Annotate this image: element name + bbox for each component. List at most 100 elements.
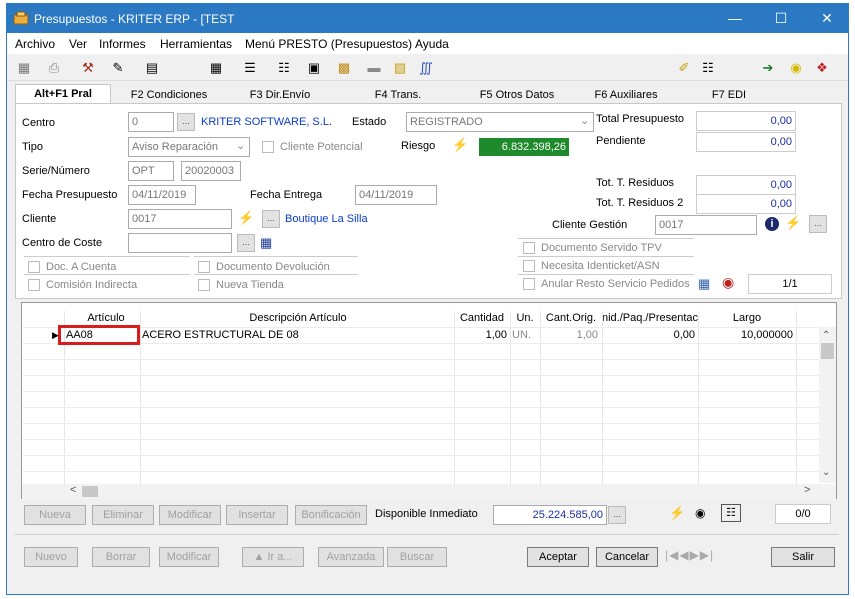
table-view-icon[interactable]: ☷ bbox=[721, 504, 741, 522]
numero-input[interactable]: 20020003 bbox=[181, 161, 241, 181]
avanzada-button[interactable]: Avanzada bbox=[318, 547, 384, 567]
maximize-button[interactable]: ☐ bbox=[758, 4, 804, 33]
comision-indirecta-checkbox[interactable] bbox=[28, 279, 40, 291]
attachment-icon[interactable]: ✐ bbox=[675, 59, 693, 77]
col-un-header[interactable]: Un. bbox=[510, 312, 540, 324]
scroll-down-icon[interactable]: ⌄ bbox=[822, 467, 830, 478]
cancelar-button[interactable]: Cancelar bbox=[596, 547, 658, 567]
calculator-icon[interactable]: ▦ bbox=[207, 59, 225, 77]
tag-icon[interactable]: ▬ bbox=[365, 59, 383, 77]
money-bag-icon[interactable]: ◉ bbox=[722, 274, 734, 291]
tab-principal[interactable]: Alt+F1 Pral bbox=[15, 84, 111, 105]
centro-lookup-button[interactable]: ... bbox=[177, 113, 195, 131]
tab-dir-envio[interactable]: F3 Dir.Envío bbox=[231, 86, 329, 104]
eliminar-linea-button[interactable]: Eliminar bbox=[92, 505, 154, 525]
line-lightning-icon[interactable]: ⚡ bbox=[669, 505, 685, 521]
edit-icon[interactable]: ✎ bbox=[109, 59, 127, 77]
centro-coste-lookup-button[interactable]: ... bbox=[237, 234, 255, 252]
col-descripcion-header[interactable]: Descripción Artículo bbox=[142, 312, 454, 324]
menu-herramientas[interactable]: Herramientas bbox=[160, 37, 232, 51]
col-unid-paq-header[interactable]: nid./Paq./Presentaci bbox=[602, 312, 698, 324]
menu-informes[interactable]: Informes bbox=[99, 37, 146, 51]
documento-devolucion-checkbox[interactable] bbox=[198, 261, 210, 273]
row-unid-paq-cell[interactable]: 0,00 bbox=[602, 329, 695, 341]
nueva-tienda-checkbox[interactable] bbox=[198, 279, 210, 291]
estado-select[interactable]: REGISTRADO bbox=[406, 112, 594, 132]
cliente-gestion-input[interactable]: 0017 bbox=[655, 215, 757, 235]
tab-auxiliares[interactable]: F6 Auxiliares bbox=[575, 86, 677, 104]
folder-icon[interactable]: ▧ bbox=[391, 59, 409, 77]
col-largo-header[interactable]: Largo bbox=[698, 312, 796, 324]
calendar-icon[interactable]: ▦ bbox=[260, 235, 272, 251]
col-articulo-header[interactable]: Artículo bbox=[70, 312, 142, 324]
row-largo-cell[interactable]: 10,000000 bbox=[698, 329, 793, 341]
salir-button[interactable]: Salir bbox=[771, 547, 835, 567]
help-icon[interactable]: ❖ bbox=[813, 59, 831, 77]
list-icon[interactable]: ☷ bbox=[275, 59, 293, 77]
cliente-input[interactable]: 0017 bbox=[128, 209, 232, 229]
import-icon[interactable]: ▩ bbox=[335, 59, 353, 77]
necesita-identicket-checkbox[interactable] bbox=[523, 260, 535, 272]
modificar-linea-button[interactable]: Modificar bbox=[159, 505, 221, 525]
menu-ayuda[interactable]: Ayuda bbox=[415, 37, 449, 51]
lightbulb-icon[interactable]: ◉ bbox=[787, 59, 805, 77]
row-articulo-cell[interactable]: AA08 bbox=[58, 325, 140, 345]
cliente-potencial-checkbox[interactable] bbox=[262, 141, 274, 153]
vertical-scroll-thumb[interactable] bbox=[821, 343, 834, 359]
cliente-gestion-lookup-button[interactable]: ... bbox=[809, 215, 827, 233]
cliente-lookup-button[interactable]: ... bbox=[262, 210, 280, 228]
row-descripcion-cell[interactable]: ACERO ESTRUCTURAL DE 08 bbox=[142, 329, 299, 341]
schema-icon[interactable]: ☷ bbox=[699, 59, 717, 77]
info-icon[interactable]: i bbox=[765, 217, 779, 231]
binoculars-icon[interactable]: ◉ bbox=[695, 506, 705, 520]
tab-condiciones[interactable]: F2 Condiciones bbox=[119, 86, 219, 104]
export-icon[interactable]: ➔ bbox=[759, 59, 777, 77]
insertar-linea-button[interactable]: Insertar bbox=[226, 505, 288, 525]
fecha-presupuesto-input[interactable]: 04/11/2019 bbox=[128, 185, 196, 205]
menu-ver[interactable]: Ver bbox=[69, 37, 87, 51]
nueva-linea-button[interactable]: Nueva bbox=[24, 505, 86, 525]
tree-icon[interactable]: ☰ bbox=[241, 59, 259, 77]
tab-trans[interactable]: F4 Trans. bbox=[349, 86, 447, 104]
col-cantidad-header[interactable]: Cantidad bbox=[454, 312, 510, 324]
tools-icon[interactable]: ⚒ bbox=[79, 59, 97, 77]
clip-icon[interactable]: ∭ bbox=[417, 59, 435, 77]
horizontal-scroll-thumb[interactable] bbox=[82, 486, 98, 497]
doc-a-cuenta-checkbox[interactable] bbox=[28, 261, 40, 273]
menu-archivo[interactable]: Archivo bbox=[15, 37, 55, 51]
bonificacion-button[interactable]: Bonificación bbox=[295, 505, 367, 525]
scroll-right-icon[interactable]: > bbox=[804, 484, 810, 496]
grid-horizontal-scrollbar[interactable]: < > bbox=[22, 484, 836, 499]
grid-view-icon[interactable]: ▦ bbox=[698, 276, 710, 292]
centro-coste-input[interactable] bbox=[128, 233, 232, 253]
buscar-button[interactable]: Buscar bbox=[387, 547, 447, 567]
serie-input[interactable]: OPT bbox=[128, 161, 174, 181]
centro-input[interactable]: 0 bbox=[128, 112, 174, 132]
row-cant-orig-cell[interactable]: 1,00 bbox=[540, 329, 598, 341]
borrar-button[interactable]: Borrar bbox=[92, 547, 150, 567]
fecha-entrega-input[interactable]: 04/11/2019 bbox=[355, 185, 437, 205]
minimize-button[interactable]: — bbox=[712, 4, 758, 33]
tipo-select[interactable]: Aviso Reparación bbox=[128, 137, 250, 157]
ir-a-button[interactable]: ▲ Ir a... bbox=[242, 547, 304, 567]
aceptar-button[interactable]: Aceptar bbox=[527, 547, 589, 567]
note-icon[interactable]: ▣ bbox=[305, 59, 323, 77]
menu-presto[interactable]: Menú PRESTO (Presupuestos) bbox=[245, 37, 412, 51]
print-icon[interactable]: ⎙ bbox=[45, 59, 63, 77]
anular-resto-checkbox[interactable] bbox=[523, 278, 535, 290]
row-cantidad-cell[interactable]: 1,00 bbox=[454, 329, 507, 341]
cliente-lightning-icon[interactable]: ⚡ bbox=[238, 210, 254, 226]
row-un-cell[interactable]: UN. bbox=[512, 329, 531, 341]
grid-vertical-scrollbar[interactable]: ⌃ ⌄ bbox=[819, 327, 836, 483]
documento-servido-tpv-checkbox[interactable] bbox=[523, 242, 535, 254]
copy-icon[interactable]: ▤ bbox=[143, 59, 161, 77]
scroll-up-icon[interactable]: ⌃ bbox=[822, 330, 830, 341]
scroll-left-icon[interactable]: < bbox=[70, 484, 76, 496]
tipo-chevron-down-icon[interactable]: ⌄ bbox=[236, 139, 245, 152]
modificar-button[interactable]: Modificar bbox=[159, 547, 219, 567]
disponible-lookup-button[interactable]: ... bbox=[608, 506, 626, 524]
close-button[interactable]: ✕ bbox=[804, 4, 850, 33]
record-navigator-icon[interactable]: |◀◀▶▶| bbox=[665, 548, 714, 562]
nuevo-button[interactable]: Nuevo bbox=[24, 547, 78, 567]
col-cant-orig-header[interactable]: Cant.Orig. bbox=[540, 312, 602, 324]
